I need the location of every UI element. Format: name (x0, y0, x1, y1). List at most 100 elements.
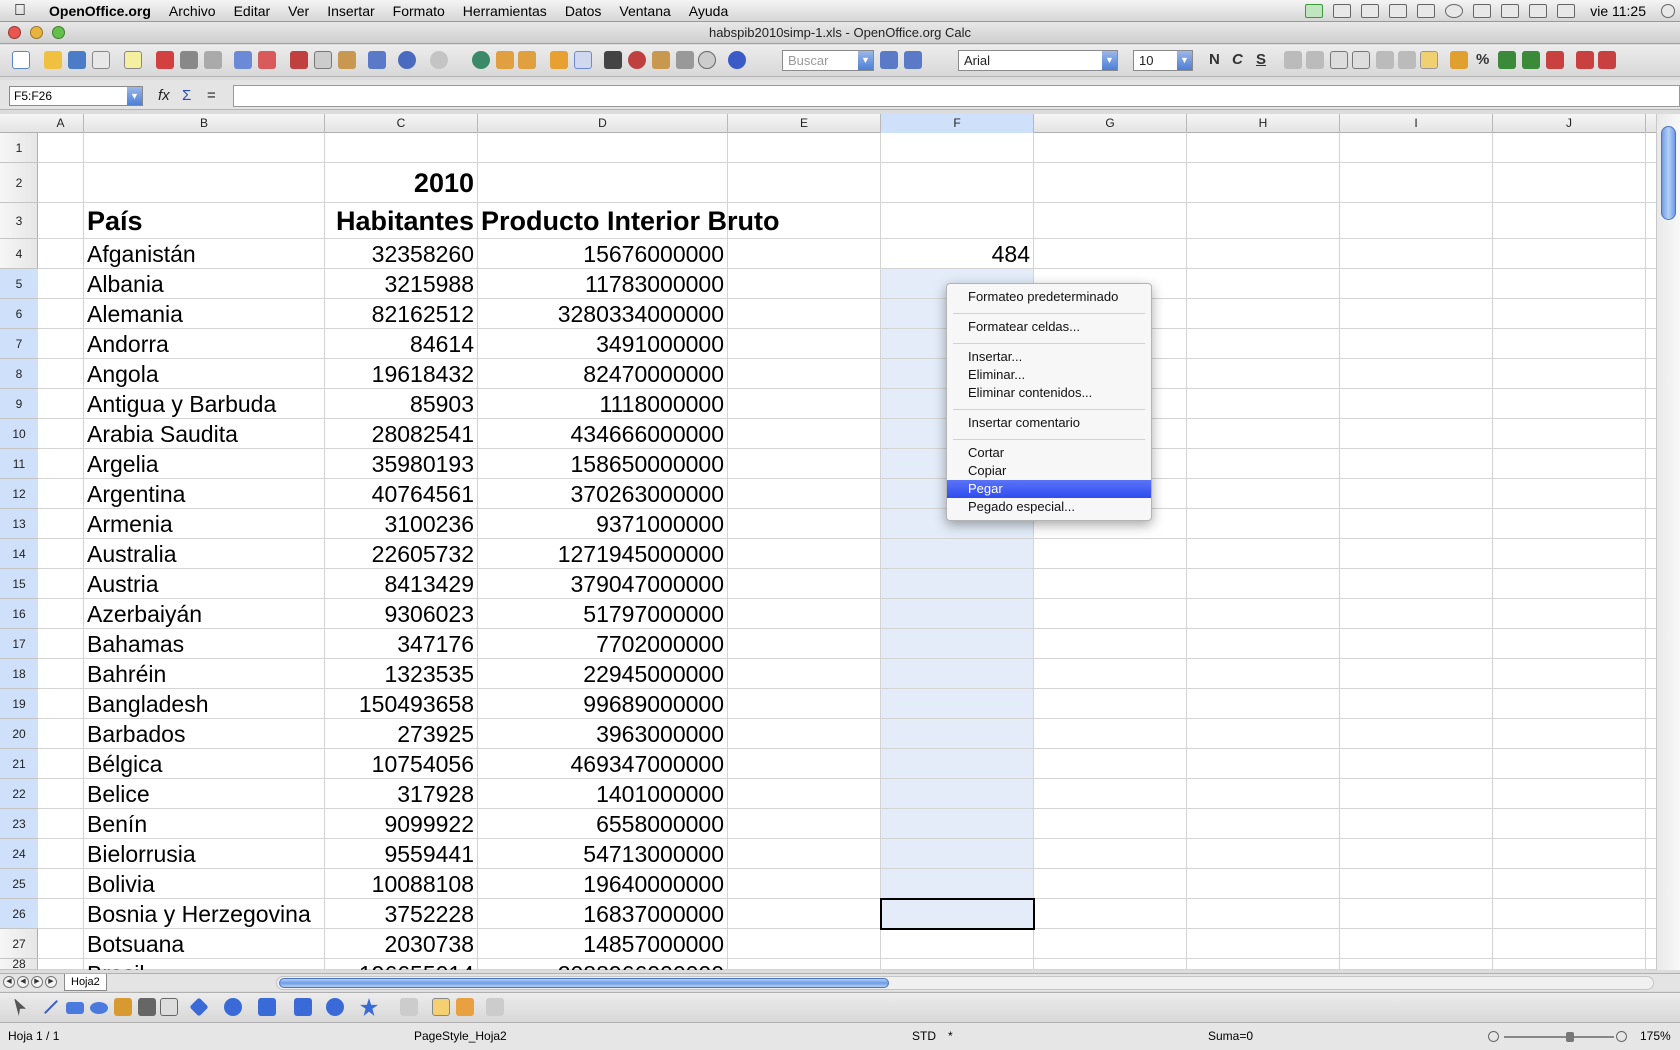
points-icon[interactable] (400, 998, 418, 1016)
menubar-clock[interactable]: vie 11:25 (1580, 3, 1656, 19)
cell-population[interactable]: 3100236 (325, 509, 474, 539)
save-icon[interactable] (68, 51, 86, 69)
next-sheet-icon[interactable]: ▶ (31, 976, 43, 988)
wifi-icon[interactable] (1501, 4, 1520, 18)
row-header-21[interactable]: 21 (0, 749, 38, 779)
cell-country[interactable]: Botsuana (87, 929, 184, 959)
previous-sheet-icon[interactable]: ◀ (17, 976, 29, 988)
vertical-scroll-thumb[interactable] (1661, 126, 1676, 220)
menu-item-insert[interactable]: Insertar... (947, 348, 1151, 366)
callouts-icon[interactable] (326, 998, 344, 1016)
cell-population[interactable]: 9099922 (325, 809, 474, 839)
menu-item-default-formatting[interactable]: Formateo predeterminado (947, 288, 1151, 306)
percent-button[interactable]: % (1476, 51, 1489, 68)
text-icon[interactable] (138, 998, 156, 1016)
align-center-icon[interactable] (1306, 51, 1324, 69)
zoom-in-icon[interactable] (1616, 1031, 1627, 1042)
cell-b3[interactable]: País (87, 203, 143, 239)
menu-herramientas[interactable]: Herramientas (454, 3, 556, 19)
extrusion-icon[interactable] (486, 998, 504, 1016)
cell-gdp[interactable]: 7702000000 (478, 629, 724, 659)
text-box-icon[interactable] (432, 998, 450, 1016)
time-machine-icon[interactable] (1445, 4, 1464, 18)
sum-icon[interactable]: Σ (182, 87, 191, 104)
row-header-7[interactable]: 7 (0, 329, 38, 359)
column-header-j[interactable]: J (1493, 114, 1646, 133)
row-header-26[interactable]: 26 (0, 899, 38, 929)
new-document-icon[interactable] (12, 51, 30, 69)
row-header-6[interactable]: 6 (0, 299, 38, 329)
menu-item-delete[interactable]: Eliminar... (947, 366, 1151, 384)
show-draw-functions-icon[interactable] (574, 51, 592, 69)
cell-gdp[interactable]: 15676000000 (478, 239, 724, 269)
cell-gdp[interactable]: 51797000000 (478, 599, 724, 629)
autospellcheck-icon[interactable] (258, 51, 276, 69)
cell-population[interactable]: 35980193 (325, 449, 474, 479)
cell-country[interactable]: Albania (87, 269, 164, 299)
menu-item-delete-contents[interactable]: Eliminar contenidos... (947, 384, 1151, 402)
select-arrow-icon[interactable] (14, 998, 26, 1016)
row-header-12[interactable]: 12 (0, 479, 38, 509)
column-header-f[interactable]: F (881, 114, 1034, 133)
row-header-9[interactable]: 9 (0, 389, 38, 419)
cell-country[interactable]: Argentina (87, 479, 185, 509)
row-header-8[interactable]: 8 (0, 359, 38, 389)
decrease-indent-icon[interactable] (1576, 51, 1594, 69)
keyboard-icon[interactable] (1529, 4, 1548, 18)
cell-population[interactable]: 40764561 (325, 479, 474, 509)
cell-population[interactable]: 84614 (325, 329, 474, 359)
cell-country[interactable]: Antigua y Barbuda (87, 389, 276, 419)
sort-descending-icon[interactable] (518, 51, 536, 69)
find-next-icon[interactable] (880, 51, 898, 69)
navigator-icon[interactable] (628, 51, 646, 69)
menu-ventana[interactable]: Ventana (610, 3, 679, 19)
status-page-style[interactable]: PageStyle_Hoja2 (414, 1029, 507, 1043)
spreadsheet-grid[interactable]: ABCDEFGHIJ 1 2 3 4 5 6 7 8 9 10 11 12 13 14 15 16 17 18 19… (0, 114, 1680, 970)
cell-gdp[interactable]: 2088966000000 (478, 959, 724, 970)
align-right-icon[interactable] (1376, 51, 1394, 69)
menu-item-cut[interactable]: Cortar (947, 444, 1151, 462)
column-header-h[interactable]: H (1187, 114, 1340, 133)
paste-icon[interactable] (338, 51, 356, 69)
cell-gdp[interactable]: 370263000000 (478, 479, 725, 509)
cell-country[interactable]: Bosnia y Herzegovina (87, 899, 311, 929)
row-header-24[interactable]: 24 (0, 839, 38, 869)
zoom-slider-knob[interactable] (1566, 1032, 1574, 1042)
cell-population[interactable]: 3215988 (325, 269, 474, 299)
cell-country[interactable]: Benín (87, 809, 147, 839)
cell-country[interactable]: Barbados (87, 719, 185, 749)
currency-icon[interactable] (1450, 51, 1468, 69)
menu-editar[interactable]: Editar (225, 3, 280, 19)
row-header-3[interactable]: 3 (0, 203, 38, 239)
copy-icon[interactable] (314, 51, 332, 69)
cell-gdp[interactable]: 99689000000 (478, 689, 724, 719)
cell-country[interactable]: Australia (87, 539, 176, 569)
cell-d3[interactable]: Producto Interior Bruto (481, 203, 780, 239)
cell-gdp[interactable]: 434666000000 (478, 419, 725, 449)
menu-app[interactable]: OpenOffice.org (40, 3, 160, 19)
cell-country[interactable]: Bélgica (87, 749, 162, 779)
basic-shapes-icon[interactable] (189, 997, 209, 1017)
grid-icon[interactable] (1417, 4, 1436, 18)
cell-f4[interactable]: 484 (881, 239, 1030, 269)
cell-gdp[interactable]: 379047000000 (478, 569, 725, 599)
export-pdf-icon[interactable] (156, 51, 174, 69)
cell-country[interactable]: Bangladesh (87, 689, 209, 719)
bold-button[interactable]: N (1209, 51, 1220, 68)
symbol-shapes-icon[interactable] (224, 998, 242, 1016)
row-header-28[interactable]: 28 (0, 958, 38, 970)
chevron-down-icon[interactable]: ▼ (127, 87, 142, 105)
cell-population[interactable]: 10754056 (325, 749, 474, 779)
merge-cells-icon[interactable] (1330, 51, 1348, 69)
menu-item-insert-comment[interactable]: Insertar comentario (947, 414, 1151, 432)
cell-country[interactable]: Bahamas (87, 629, 184, 659)
menu-item-paste-special[interactable]: Pegado especial... (947, 498, 1151, 516)
fontwork-icon[interactable] (456, 998, 474, 1016)
vertical-scrollbar[interactable] (1656, 114, 1680, 970)
cell-gdp[interactable]: 3491000000 (478, 329, 724, 359)
chevron-down-icon[interactable]: ▼ (1177, 51, 1192, 70)
help-icon[interactable] (728, 51, 746, 69)
cell-population[interactable]: 85903 (325, 389, 474, 419)
row-header-10[interactable]: 10 (0, 419, 38, 449)
row-header-1[interactable]: 1 (0, 133, 38, 163)
